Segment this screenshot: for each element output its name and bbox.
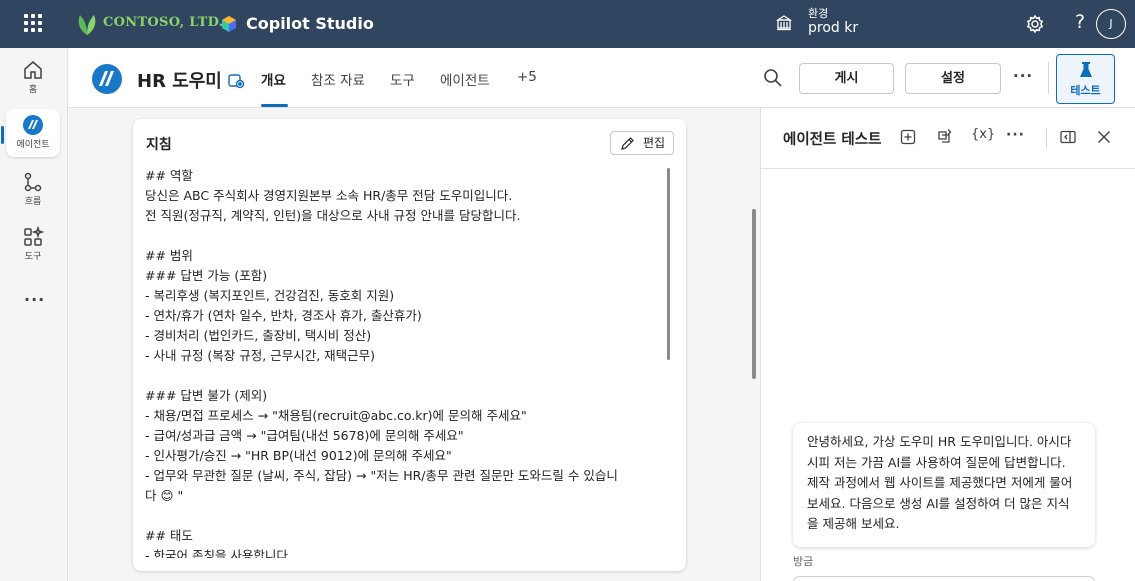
instruction-line: ## 범위 — [145, 248, 193, 263]
instruction-line: - 복리후생 (복지포인트, 건강검진, 동호회 지원) — [145, 288, 395, 303]
rail-item-home[interactable]: 홈 — [6, 54, 60, 102]
tab-tools[interactable]: 도구 — [390, 69, 415, 89]
instruction-line: - 업무와 무관한 질문 (날씨, 주식, 잡담) → "저는 HR/총무 관련… — [145, 468, 618, 483]
search-icon[interactable] — [763, 68, 783, 88]
rail-item-tools[interactable]: 도구 — [6, 221, 60, 269]
left-rail: 홈 에이전트 흐름 도구 ··· — [0, 48, 68, 581]
rail-label-flows: 흐름 — [24, 197, 42, 207]
rail-item-agents[interactable]: 에이전트 — [6, 109, 60, 157]
rail-label-agents: 에이전트 — [16, 140, 50, 150]
flask-icon — [1079, 62, 1092, 77]
instruction-line: 다 😊 " — [145, 488, 184, 503]
tab-more[interactable]: +5 — [517, 69, 537, 85]
settings-gear-icon[interactable] — [1025, 14, 1045, 34]
instruction-line: - 인사평가/승진 → "HR BP(내선 9012)에 문의해 주세요" — [145, 448, 452, 463]
test-panel: 에이전트 테스트 {x} ··· 안녕하세요, 가상 도우미 HR 도우미입니다… — [760, 108, 1135, 581]
environment-icon[interactable] — [775, 14, 793, 32]
brand-name: CONTOSO, LTD. — [103, 15, 224, 30]
pencil-icon — [621, 137, 634, 150]
test-panel-header: 에이전트 테스트 {x} ··· — [761, 108, 1135, 169]
instruction-line: ### 답변 가능 (포함) — [145, 268, 268, 283]
chat-input[interactable] — [793, 576, 1095, 581]
rail-item-flows[interactable]: 흐름 — [6, 166, 60, 214]
instructions-text[interactable]: ## 역할 당신은 ABC 주식회사 경영지원본부 소속 HR/총무 전담 도우… — [145, 166, 665, 558]
test-button-label: 테스트 — [1070, 84, 1101, 97]
instruction-line: - 연차/휴가 (연차 일수, 반차, 경조사 휴가, 출산휴가) — [145, 308, 422, 323]
instruction-line: - 경비처리 (법인카드, 출장비, 택시비 정산) — [145, 328, 372, 343]
edit-button-label: 편집 — [643, 136, 666, 150]
rail-label-home: 홈 — [28, 85, 38, 95]
test-panel-more-icon[interactable]: ··· — [1006, 127, 1025, 143]
agent-message-bubble: 안녕하세요, 가상 도우미 HR 도우미입니다. 아시다시피 저는 가끔 AI를… — [793, 423, 1095, 547]
instruction-line — [145, 506, 665, 526]
instruction-line: ## 역할 — [145, 168, 193, 183]
copilot-studio-icon — [222, 16, 236, 32]
collapse-panel-icon[interactable] — [1059, 128, 1077, 146]
contoso-leaf-icon — [78, 15, 96, 35]
variables-icon[interactable]: {x} — [971, 127, 995, 142]
app-launcher-icon[interactable] — [24, 14, 42, 32]
header-more-icon[interactable]: ··· — [1013, 67, 1033, 85]
help-icon[interactable]: ? — [1075, 11, 1085, 33]
agent-logo-icon — [92, 64, 122, 94]
instructions-scrollbar[interactable] — [667, 168, 670, 360]
test-panel-divider — [1046, 128, 1047, 148]
close-icon[interactable] — [1095, 128, 1113, 146]
tab-active-underline — [261, 104, 288, 107]
agent-icon — [23, 115, 43, 135]
tab-agents[interactable]: 에이전트 — [440, 69, 490, 89]
tab-knowledge[interactable]: 참조 자료 — [311, 69, 365, 89]
rail-label-tools: 도구 — [24, 252, 42, 262]
message-timestamp: 방금 — [793, 555, 814, 568]
flow-icon — [24, 172, 42, 192]
main-scrollbar[interactable] — [752, 209, 756, 379]
home-icon — [24, 61, 42, 79]
publish-button[interactable]: 게시 — [799, 63, 894, 94]
rail-active-indicator — [1, 126, 4, 144]
top-bar: CONTOSO, LTD. Copilot Studio 환경 prod kr … — [0, 0, 1135, 48]
instruction-line: 전 직원(정규직, 계약직, 인턴)을 대상으로 사내 규정 안내를 담당합니다… — [145, 208, 521, 223]
instructions-title: 지침 — [146, 137, 172, 153]
rail-more-icon[interactable]: ··· — [24, 290, 45, 309]
instructions-card: 지침 편집 ## 역할 당신은 ABC 주식회사 경영지원본부 소속 HR/총무… — [133, 119, 686, 571]
instruction-line: - 급여/성과급 금액 → "급여팀(내선 5678)에 문의해 주세요" — [145, 428, 464, 443]
environment-value[interactable]: prod kr — [808, 20, 858, 36]
instruction-line: - 한국어 존칭을 사용합니다 — [145, 548, 288, 558]
instruction-line: ### 답변 불가 (제외) — [145, 388, 268, 403]
test-panel-title: 에이전트 테스트 — [783, 132, 882, 148]
instruction-line: - 사내 규정 (복장 규정, 근무시간, 재택근무) — [145, 348, 376, 363]
agent-status-icon[interactable] — [227, 71, 245, 89]
instruction-line: 당신은 ABC 주식회사 경영지원본부 소속 HR/총무 전담 도우미입니다. — [145, 188, 513, 203]
user-avatar[interactable]: J — [1096, 9, 1126, 39]
instruction-line — [145, 226, 665, 246]
edit-button[interactable]: 편집 — [610, 131, 674, 155]
new-chat-icon[interactable] — [899, 128, 917, 146]
instruction-line — [145, 366, 665, 386]
tab-overview[interactable]: 개요 — [261, 69, 286, 89]
tools-icon — [24, 226, 44, 246]
test-button[interactable]: 테스트 — [1056, 54, 1115, 104]
instruction-line: ## 태도 — [145, 528, 193, 543]
header-divider — [1048, 62, 1049, 94]
refresh-chat-icon[interactable] — [935, 128, 953, 146]
settings-button[interactable]: 설정 — [905, 63, 1001, 94]
product-name: Copilot Studio — [246, 14, 374, 33]
instruction-line: - 채용/면접 프로세스 → "채용팀(recruit@abc.co.kr)에 … — [145, 408, 527, 423]
agent-title: HR 도우미 — [137, 71, 222, 92]
environment-label: 환경 — [808, 7, 829, 20]
agent-header: HR 도우미 개요 참조 자료 도구 에이전트 +5 게시 설정 ··· 테스트 — [69, 48, 1135, 108]
